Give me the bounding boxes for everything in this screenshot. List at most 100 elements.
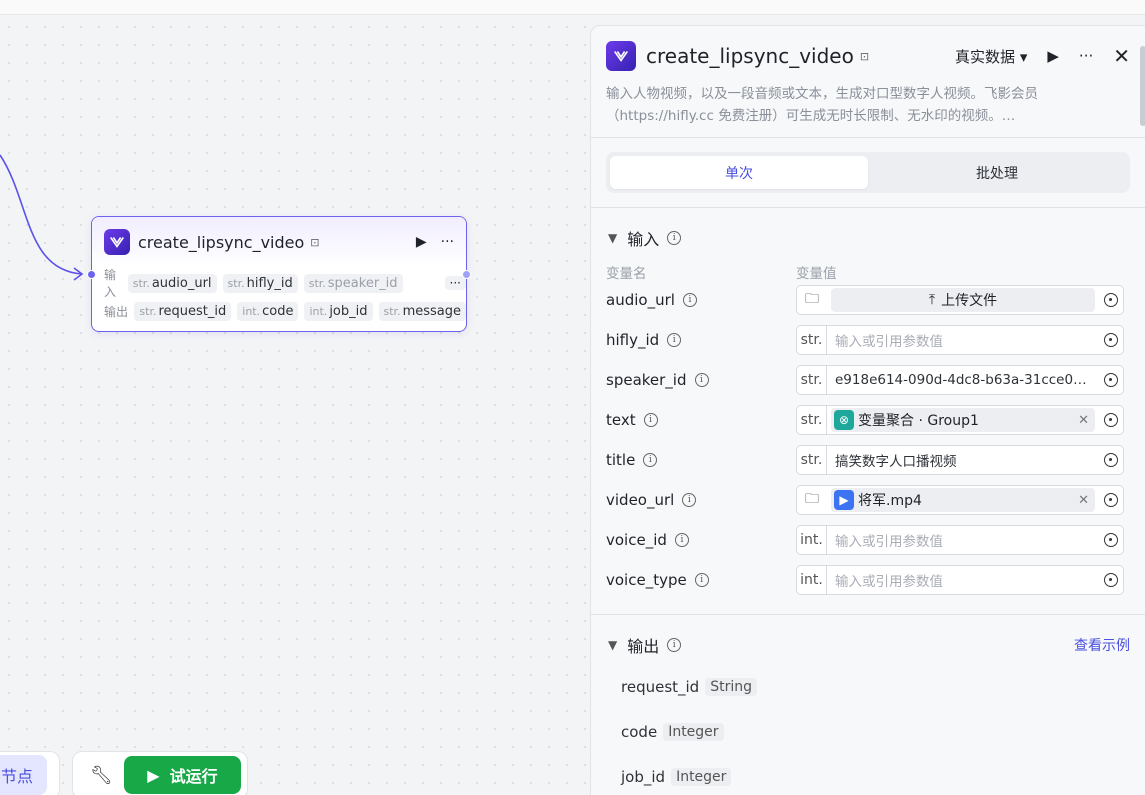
output-row: request_id String — [591, 664, 1145, 709]
reference-target-icon[interactable] — [1099, 366, 1123, 394]
param-name: hifly_id — [606, 331, 660, 349]
info-icon[interactable]: i — [674, 533, 689, 547]
file-pill[interactable]: ▶ 将军.mp4 ✕ — [831, 488, 1095, 512]
panel-description: 输入人物视频，以及一段音频或文本，生成对口型数字人视频。飞影会员（https:/… — [606, 86, 1038, 124]
voice-id-input[interactable]: 输入或引用参数值 — [827, 530, 1099, 550]
input-chip: str. hifly_id — [222, 273, 298, 293]
output-chip: int. code — [237, 301, 299, 321]
output-port[interactable] — [462, 270, 471, 279]
info-icon[interactable]: i — [667, 638, 682, 652]
output-section-header[interactable]: ▼ 输出 i 查看示例 — [591, 615, 1145, 656]
play-icon[interactable]: ▶ — [1047, 47, 1059, 65]
run-mode-tabs: 单次 批处理 — [606, 152, 1130, 193]
connection-edge — [0, 154, 84, 281]
upload-icon: ⤒ — [928, 292, 936, 308]
run-toolbar: 🔧︎ ▶ 试运行 — [72, 751, 248, 795]
folder-icon[interactable]: 🗀︎ — [797, 488, 827, 512]
tab-batch[interactable]: 批处理 — [868, 156, 1126, 189]
info-icon[interactable]: i — [694, 373, 709, 387]
type-prefix: str. — [797, 366, 827, 394]
output-type: String — [705, 677, 757, 696]
reference-target-icon[interactable] — [1099, 446, 1123, 474]
test-run-label: 试运行 — [169, 767, 218, 786]
output-name: request_id — [621, 677, 700, 696]
param-row-video-url: video_url i 🗀︎ ▶ 将军.mp4 ✕ — [591, 480, 1145, 520]
type-prefix: int. — [797, 566, 827, 594]
tab-single[interactable]: 单次 — [610, 156, 868, 189]
col-value-header: 变量值 — [796, 266, 837, 282]
variable-reference-pill[interactable]: ⊗ 变量聚合 · Group1 ✕ — [831, 408, 1095, 432]
info-icon[interactable]: i — [667, 231, 682, 245]
type-prefix: str. — [797, 326, 827, 354]
close-icon[interactable]: ✕ — [1113, 44, 1130, 68]
remove-icon[interactable]: ✕ — [1078, 413, 1089, 428]
param-name: text — [606, 411, 636, 429]
param-name: title — [606, 451, 636, 469]
more-icon[interactable]: ··· — [1079, 47, 1093, 65]
scrollbar[interactable] — [1140, 46, 1145, 126]
panel-title: create_lipsync_video — [646, 44, 854, 68]
plugin-badge-icon: ⊡ — [310, 235, 320, 249]
param-row-text: text i str. ⊗ 变量聚合 · Group1 ✕ — [591, 400, 1145, 440]
node-title: create_lipsync_video — [138, 232, 305, 252]
input-port[interactable] — [87, 270, 96, 279]
view-example-link[interactable]: 查看示例 — [1074, 635, 1130, 655]
node-inputs-row: 输入 str. audio_url str. hifly_id str. speake… — [92, 268, 466, 299]
node-config-panel: create_lipsync_video ⊡ 真实数据 ▾ ▶ ··· ✕ 输入… — [590, 25, 1145, 795]
param-row-voice-type: voice_type i int. 输入或引用参数值 — [591, 560, 1145, 600]
reference-target-icon[interactable] — [1099, 326, 1123, 354]
variable-aggregate-icon: ⊗ — [834, 410, 854, 430]
plugin-logo-icon — [606, 41, 636, 71]
hifly-id-input[interactable]: 输入或引用参数值 — [827, 330, 1099, 350]
play-icon[interactable]: ▶ — [416, 234, 427, 250]
output-name: job_id — [621, 767, 666, 786]
input-section-header[interactable]: ▼ 输入 i — [591, 208, 1145, 249]
chevron-down-icon: ▼ — [608, 638, 618, 652]
param-row-hifly-id: hifly_id i str. 输入或引用参数值 — [591, 320, 1145, 360]
top-bar — [0, 0, 1145, 15]
data-mode-select[interactable]: 真实数据 ▾ — [955, 46, 1027, 67]
title-input[interactable]: 搞笑数字人口播视频 — [827, 450, 1099, 470]
output-type: Integer — [671, 767, 732, 786]
wrench-icon[interactable]: 🔧︎ — [79, 765, 124, 786]
upload-file-button[interactable]: ⤒ 上传文件 — [831, 288, 1095, 312]
voice-type-input[interactable]: 输入或引用参数值 — [827, 570, 1099, 590]
param-name: video_url — [606, 491, 675, 509]
test-run-button[interactable]: ▶ 试运行 — [123, 756, 241, 794]
info-icon[interactable]: i — [694, 573, 709, 587]
info-icon[interactable]: i — [643, 453, 658, 467]
reference-target-icon[interactable] — [1099, 406, 1123, 434]
remove-icon[interactable]: ✕ — [1078, 493, 1089, 508]
type-prefix: int. — [797, 526, 827, 554]
param-columns: 变量名 变量值 — [591, 248, 1145, 282]
param-name: voice_id — [606, 531, 667, 549]
inputs-label: 输入 — [104, 268, 117, 299]
outputs-label: 输出 — [104, 304, 129, 319]
node-toolbar: 节点 — [0, 751, 60, 795]
info-icon[interactable]: i — [682, 293, 697, 307]
info-icon[interactable]: i — [643, 413, 658, 427]
param-row-audio-url: audio_url i 🗀︎ ⤒ 上传文件 — [591, 280, 1145, 320]
reference-target-icon[interactable] — [1099, 486, 1123, 514]
more-icon[interactable]: ··· — [441, 234, 454, 250]
reference-target-icon[interactable] — [1099, 286, 1123, 314]
plugin-logo-icon — [104, 229, 130, 255]
info-icon[interactable]: i — [667, 333, 682, 347]
output-chip: str. request_id — [134, 301, 232, 321]
output-name: code — [621, 722, 658, 741]
param-name: voice_type — [606, 571, 687, 589]
speaker-id-input[interactable]: e918e614-090d-4dc8-b63a-31cce0… — [827, 372, 1099, 388]
param-name: audio_url — [606, 291, 675, 309]
node-outputs-row: 输出 str. request_id int. code int. job_id st… — [92, 299, 466, 323]
reference-target-icon[interactable] — [1099, 566, 1123, 594]
info-icon[interactable]: i — [682, 493, 697, 507]
add-node-button[interactable]: 节点 — [0, 755, 48, 795]
workflow-node[interactable]: create_lipsync_video ⊡ ▶ ··· 输入 str. audi… — [87, 216, 471, 332]
plugin-badge-icon: ⊡ — [859, 49, 870, 63]
more-inputs-button[interactable]: ··· — [444, 276, 466, 290]
param-row-title: title i str. 搞笑数字人口播视频 — [591, 440, 1145, 480]
node-header: create_lipsync_video ⊡ ▶ ··· — [92, 217, 466, 267]
output-section-title: 输出 — [627, 637, 660, 656]
reference-target-icon[interactable] — [1099, 526, 1123, 554]
folder-icon[interactable]: 🗀︎ — [797, 288, 827, 312]
